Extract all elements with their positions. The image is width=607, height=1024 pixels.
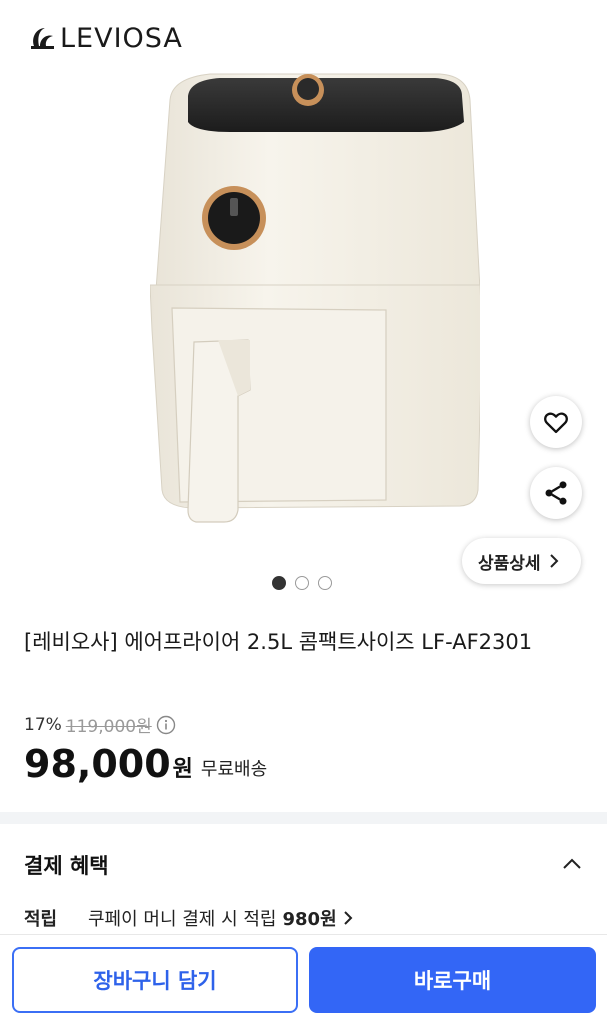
leviosa-logo-icon — [31, 28, 54, 49]
section-divider — [0, 812, 607, 824]
sale-price: 98,000 — [24, 742, 171, 786]
share-button[interactable] — [530, 467, 582, 519]
benefit-amount: 980원 — [282, 909, 337, 930]
product-detail-label: 상품상세 — [478, 553, 541, 574]
currency-unit: 원 — [172, 757, 193, 782]
bottom-action-bar: 장바구니 담기 바로구매 — [0, 934, 607, 1024]
payment-benefits-title: 결제 혜택 — [24, 854, 109, 878]
product-title: [레비오사] 에어프라이어 2.5L 콤팩트사이즈 LF-AF2301 — [24, 630, 533, 654]
benefit-text: 쿠페이 머니 결제 시 적립 — [88, 909, 277, 930]
product-image — [150, 73, 480, 523]
gallery-dot[interactable] — [318, 576, 332, 590]
share-icon — [545, 481, 567, 505]
sale-price-row: 98,000 원 무료배송 — [24, 738, 267, 790]
discount-row: 17% 119,000원 — [24, 712, 176, 737]
gallery-dot[interactable] — [295, 576, 309, 590]
product-detail-button[interactable]: 상품상세 — [462, 538, 581, 584]
shipping-info: 무료배송 — [200, 759, 268, 780]
gallery-dot[interactable] — [272, 576, 286, 590]
benefit-item[interactable]: 적립 쿠페이 머니 결제 시 적립 980원 — [24, 905, 355, 931]
info-icon[interactable] — [156, 715, 176, 735]
heart-icon — [544, 412, 568, 434]
product-gallery[interactable]: LEVIOSA 상품상세 — [0, 0, 607, 610]
original-price: 119,000원 — [65, 717, 152, 737]
brand-logo: LEVIOSA — [28, 20, 183, 56]
brand-name: LEVIOSA — [60, 22, 183, 54]
wishlist-button[interactable] — [530, 396, 582, 448]
buy-now-button[interactable]: 바로구매 — [309, 947, 596, 1013]
benefit-label: 적립 — [24, 909, 58, 930]
chevron-right-icon — [549, 554, 558, 568]
chevron-right-icon — [343, 911, 353, 925]
discount-rate: 17% — [24, 714, 62, 735]
add-to-cart-button[interactable]: 장바구니 담기 — [12, 947, 298, 1013]
gallery-page-indicator — [272, 576, 332, 590]
chevron-up-icon[interactable] — [560, 852, 584, 876]
